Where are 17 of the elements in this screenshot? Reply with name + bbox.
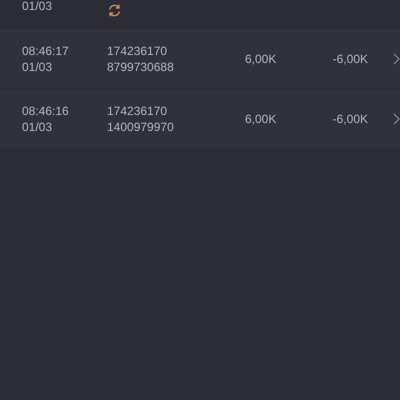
transaction-time: 08:46:17: [22, 42, 70, 58]
transaction-date: 01/03: [22, 0, 54, 13]
chevron-right-icon[interactable]: [393, 52, 400, 64]
net-amount: -6,00K: [332, 110, 368, 126]
transaction-time: 08:46:16: [22, 102, 70, 118]
amount: 6,00K: [245, 50, 278, 66]
reference-number: 8799730688: [107, 58, 175, 74]
account-number: 174236170: [107, 102, 168, 118]
transaction-date: 01/03: [22, 58, 54, 74]
reference-number: 1400979970: [107, 118, 175, 134]
chevron-right-icon[interactable]: [393, 112, 400, 124]
net-amount: -6,00K: [332, 50, 368, 66]
transaction-row[interactable]: 08:46:17 01/03 174236170 8799730688 6,00K -6,00K: [0, 28, 400, 88]
account-number: 174236170: [107, 42, 168, 58]
transaction-row[interactable]: 08:46:16 01/03 174236170 1400979970 6,00K -6,00K: [0, 88, 400, 148]
transaction-date: 01/03: [22, 118, 54, 134]
amount: 6,00K: [245, 110, 278, 126]
